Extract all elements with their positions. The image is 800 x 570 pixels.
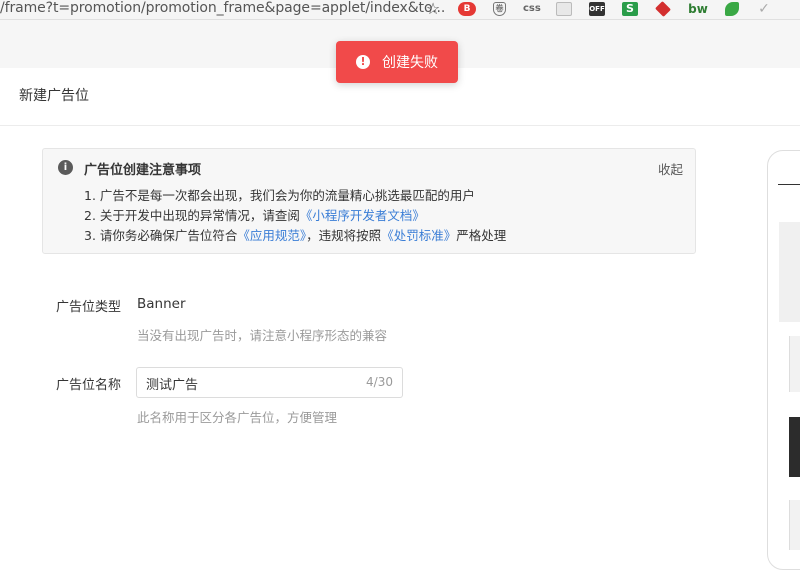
- extension-evernote-icon[interactable]: [725, 2, 739, 16]
- extension-red-icon[interactable]: B: [458, 2, 476, 16]
- browser-toolbar: /frame?t=promotion/promotion_frame&page=…: [0, 0, 800, 20]
- phone-preview-banner: [779, 222, 800, 322]
- ad-name-input[interactable]: 测试广告 4/30: [136, 367, 403, 398]
- ad-type-hint: 当没有出现广告时，请注意小程序形态的兼容: [137, 328, 388, 343]
- ad-name-label: 广告位名称: [55, 378, 121, 393]
- extension-off-icon[interactable]: OFF: [589, 2, 605, 16]
- notice-item-text: 严格处理: [456, 228, 507, 243]
- error-toast: ! 创建失败: [336, 41, 458, 83]
- ad-name-hint: 此名称用于区分各广告位，方便管理: [137, 410, 338, 425]
- extension-icons: ☆ B 卷 css OFF S bw ✓: [425, 0, 789, 18]
- app-rules-link[interactable]: 《应用规范》: [237, 228, 306, 243]
- ad-type-value: Banner: [137, 296, 186, 312]
- extension-shield-icon[interactable]: 卷: [493, 2, 506, 16]
- extension-envelope-icon[interactable]: [556, 2, 572, 16]
- extension-s-icon[interactable]: S: [622, 2, 638, 16]
- phone-preview-card: [789, 336, 800, 392]
- extension-red-diamond-icon[interactable]: [655, 1, 671, 17]
- page-title: 新建广告位: [19, 88, 89, 104]
- toast-message: 创建失败: [382, 55, 438, 71]
- notice-title: 广告位创建注意事项: [84, 163, 202, 178]
- phone-preview-ad-image: [789, 417, 800, 477]
- ad-name-input-value[interactable]: 测试广告: [146, 374, 198, 393]
- notice-item: 2. 关于开发中出现的异常情况，请查阅《小程序开发者文档》: [84, 206, 506, 226]
- address-bar[interactable]: /frame?t=promotion/promotion_frame&page=…: [0, 0, 445, 18]
- penalty-standard-link[interactable]: 《处罚标准》: [381, 228, 456, 243]
- notice-item-text: 3. 请你务必确保广告位符合: [84, 228, 238, 243]
- dev-docs-link[interactable]: 《小程序开发者文档》: [300, 208, 425, 223]
- extension-bw-icon[interactable]: bw: [688, 2, 708, 16]
- notice-item-text: 1. 广告不是每一次都会出现，我们会为你的流量精心挑选最匹配的用户: [84, 188, 475, 203]
- collapse-button[interactable]: 收起: [658, 159, 683, 178]
- notice-item: 1. 广告不是每一次都会出现，我们会为你的流量精心挑选最匹配的用户: [84, 186, 506, 206]
- notice-list: 1. 广告不是每一次都会出现，我们会为你的流量精心挑选最匹配的用户 2. 关于开…: [84, 186, 506, 246]
- phone-preview-card: [789, 500, 800, 550]
- notice-box: i 广告位创建注意事项 收起 1. 广告不是每一次都会出现，我们会为你的流量精心…: [42, 148, 696, 254]
- extension-css-icon[interactable]: css: [523, 2, 541, 16]
- error-icon: !: [356, 55, 370, 69]
- notice-item: 3. 请你务必确保广告位符合《应用规范》，违规将按照《处罚标准》严格处理: [84, 226, 506, 246]
- extension-check-icon[interactable]: ✓: [756, 2, 772, 16]
- bookmark-star-icon[interactable]: ☆: [425, 1, 441, 17]
- char-counter: 4/30: [366, 375, 393, 389]
- ad-type-label: 广告位类型: [55, 300, 121, 315]
- info-icon: i: [58, 160, 73, 175]
- notice-item-text: ，违规将按照: [306, 228, 382, 243]
- notice-item-text: 2. 关于开发中出现的异常情况，请查阅: [84, 208, 300, 223]
